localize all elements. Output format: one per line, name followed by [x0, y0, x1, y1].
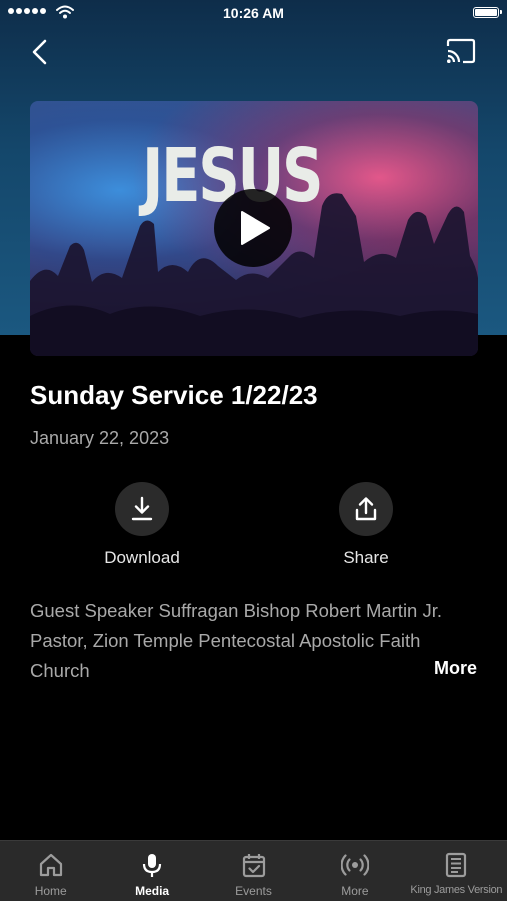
- share-label: Share: [343, 548, 389, 567]
- share-icon: [355, 497, 377, 521]
- media-date: January 22, 2023: [30, 428, 170, 448]
- download-button[interactable]: Download: [77, 482, 207, 568]
- tab-bible[interactable]: King James Version: [406, 841, 507, 901]
- calendar-check-icon: [242, 854, 265, 878]
- share-circle: [339, 482, 393, 536]
- microphone-icon: [143, 854, 162, 877]
- share-button[interactable]: Share: [301, 482, 431, 568]
- tab-media-label: Media: [135, 884, 170, 898]
- more-link[interactable]: More: [434, 658, 477, 679]
- cast-button[interactable]: [445, 38, 477, 66]
- status-time: 10:26 AM: [223, 5, 284, 21]
- media-title: Sunday Service 1/22/23: [30, 380, 318, 410]
- status-bar: 10:26 AM: [0, 0, 507, 28]
- download-label: Download: [104, 548, 180, 567]
- chevron-left-icon: [32, 39, 47, 65]
- back-button[interactable]: [26, 36, 56, 68]
- tab-events-label: Events: [235, 884, 272, 898]
- home-icon: [39, 853, 62, 877]
- play-icon: [241, 211, 270, 245]
- tab-bar: Home Media Events More King James Versio…: [0, 840, 507, 901]
- cast-icon: [446, 38, 476, 64]
- video-player[interactable]: JESUS: [30, 101, 478, 356]
- broadcast-icon: [340, 854, 369, 876]
- tab-events[interactable]: Events: [203, 841, 304, 901]
- download-circle: [115, 482, 169, 536]
- tab-media[interactable]: Media: [101, 841, 202, 901]
- tab-more[interactable]: More: [304, 841, 405, 901]
- battery-icon: [473, 7, 502, 18]
- tab-home-label: Home: [34, 884, 67, 898]
- tab-more-label: More: [341, 884, 369, 898]
- tab-home[interactable]: Home: [0, 841, 101, 901]
- download-icon: [131, 496, 153, 521]
- media-description: Guest Speaker Suffragan Bishop Robert Ma…: [30, 600, 443, 681]
- book-icon: [446, 852, 467, 878]
- tab-bible-label: King James Version: [410, 884, 503, 896]
- play-button[interactable]: [214, 189, 292, 267]
